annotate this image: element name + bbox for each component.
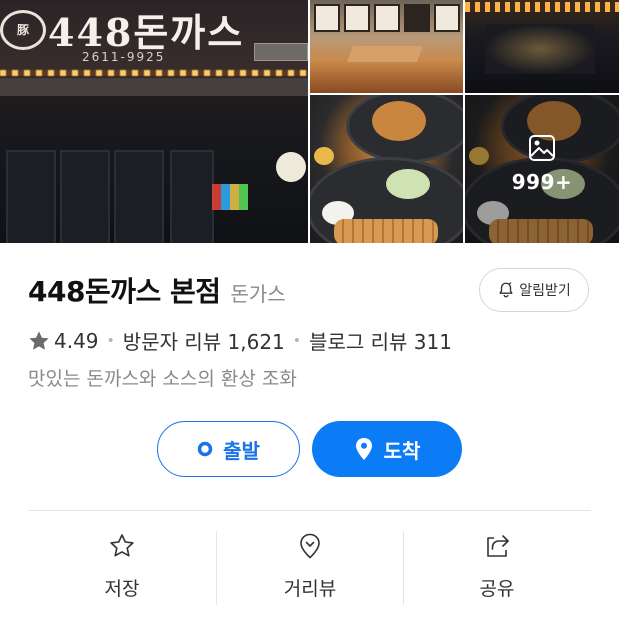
place-description: 맛있는 돈까스와 소스의 환상 조화 (28, 368, 297, 390)
storefront-photo[interactable]: 豚 448돈까스 2611-9925 (0, 0, 308, 243)
review-stats: 4.49 • 방문자 리뷰 1,621 • 블로그 리뷰 311 (28, 326, 452, 355)
star-outline-icon (110, 534, 134, 557)
dining-table (347, 46, 423, 62)
more-photos-button[interactable]: 999+ (465, 95, 619, 243)
image-icon (529, 135, 555, 161)
wall-frame (434, 4, 460, 32)
street-view-label: 거리뷰 (283, 578, 337, 600)
photo-gallery: 豚 448돈까스 2611-9925 999+ (0, 0, 619, 243)
place-category: 돈가스 (230, 282, 286, 306)
section-divider (28, 510, 591, 511)
fried-food (372, 101, 426, 141)
led-strip (0, 70, 308, 76)
wall-frame (344, 4, 370, 32)
origin-dot-icon (197, 441, 213, 457)
arrive-button[interactable]: 도착 (312, 421, 462, 477)
street-view-button[interactable]: 거리뷰 (216, 530, 404, 610)
visitor-reviews-link[interactable]: 방문자 리뷰 1,621 (123, 326, 285, 355)
storefront-logo: 豚 (0, 10, 46, 50)
neon-sign (212, 184, 248, 210)
separator-dot: • (106, 332, 115, 349)
awning (0, 78, 308, 96)
pork-cutlet (334, 219, 438, 243)
save-label: 저장 (104, 578, 140, 600)
star-icon (29, 330, 49, 350)
food-photo[interactable] (310, 95, 463, 243)
cabbage-salad (386, 169, 430, 199)
place-name: 448돈까스 본점 (28, 275, 221, 308)
street-view-icon (300, 533, 320, 559)
depart-label: 출발 (223, 438, 260, 463)
blog-reviews-link[interactable]: 블로그 리뷰 311 (309, 326, 452, 355)
more-photos-count: 999+ (511, 170, 573, 194)
interior-photo[interactable] (310, 0, 463, 93)
depart-button[interactable]: 출발 (157, 421, 300, 477)
location-pin-icon (355, 438, 372, 460)
side-dish (314, 147, 334, 165)
bell-icon (499, 282, 513, 298)
shop-window (6, 150, 56, 243)
wall-frame (404, 4, 430, 32)
share-icon (487, 535, 509, 557)
wall-lamp (276, 152, 306, 182)
notify-label: 알림받기 (519, 283, 571, 299)
shop-door (170, 150, 214, 243)
storefront-phone: 2611-9925 (82, 50, 166, 64)
share-button[interactable]: 공유 (403, 530, 591, 610)
place-title-row: 448돈까스 본점 돈가스 (28, 270, 286, 310)
storefront-sub-sign (254, 43, 308, 61)
wall-frame (314, 4, 340, 32)
shop-window (114, 150, 164, 243)
wall-frame (374, 4, 400, 32)
separator-dot: • (292, 332, 302, 349)
night-exterior-photo[interactable] (465, 0, 619, 93)
storefront-sign-text: 448돈까스 (48, 10, 245, 55)
save-button[interactable]: 저장 (28, 530, 216, 610)
light-strip (465, 2, 619, 12)
share-label: 공유 (479, 578, 515, 600)
notify-button[interactable]: 알림받기 (479, 268, 589, 312)
shop-window (60, 150, 110, 243)
arrive-label: 도착 (383, 438, 421, 463)
rating-value: 4.49 (54, 328, 99, 353)
window-glow (485, 24, 595, 74)
